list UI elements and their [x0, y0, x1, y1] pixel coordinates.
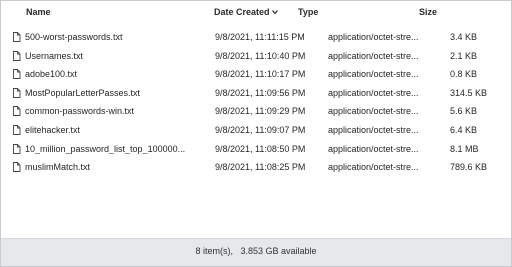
- column-header-size[interactable]: Size: [419, 7, 437, 17]
- file-row[interactable]: muslimMatch.txt 9/8/2021, 11:08:25 PM ap…: [1, 159, 511, 178]
- file-type: application/octet-stre...: [328, 106, 419, 117]
- file-size: 314.5 KB: [450, 87, 488, 98]
- file-size: 789.6 KB: [450, 162, 488, 173]
- file-icon: [13, 87, 21, 98]
- file-size: 8.1 MB: [450, 143, 479, 154]
- file-icon: [13, 32, 21, 42]
- file-name: MostPopularLetterPasses.txt: [25, 87, 141, 98]
- file-row[interactable]: 10_million_password_list_top_100000... 9…: [1, 141, 511, 160]
- column-header-type[interactable]: Type: [298, 7, 318, 17]
- file-date-created: 9/8/2021, 11:08:25 PM: [215, 162, 306, 173]
- file-type: application/octet-stre...: [328, 162, 419, 173]
- status-bar: 8 item(s), 3.853 GB available: [1, 238, 511, 266]
- file-type: application/octet-stre...: [328, 32, 419, 42]
- column-header-row: Name Date Created Type Size: [1, 1, 511, 25]
- file-icon: [13, 125, 21, 135]
- file-name: elitehacker.txt: [25, 124, 81, 135]
- file-row[interactable]: common-passwords-win.txt 9/8/2021, 11:09…: [1, 103, 511, 122]
- file-type: application/octet-stre...: [328, 50, 419, 61]
- file-size: 6.4 KB: [450, 124, 478, 135]
- file-type: application/octet-stre...: [328, 87, 419, 98]
- file-icon: [13, 50, 21, 61]
- column-header-name[interactable]: Name: [26, 7, 51, 17]
- file-icon: [13, 162, 21, 173]
- chevron-down-icon: [271, 10, 278, 15]
- file-icon: [13, 69, 21, 80]
- status-text: 8 item(s), 3.853 GB available: [195, 246, 317, 256]
- file-icon: [13, 106, 21, 117]
- file-row[interactable]: elitehacker.txt 9/8/2021, 11:09:07 PM ap…: [1, 122, 511, 141]
- file-name: Usernames.txt: [25, 50, 84, 61]
- file-date-created: 9/8/2021, 11:09:56 PM: [215, 87, 306, 98]
- file-size: 3.4 KB: [450, 32, 478, 42]
- file-type: application/octet-stre...: [328, 143, 419, 154]
- file-icon: [13, 143, 21, 154]
- file-size: 2.1 KB: [450, 50, 478, 61]
- file-date-created: 9/8/2021, 11:09:07 PM: [215, 124, 306, 135]
- file-name: muslimMatch.txt: [25, 162, 91, 173]
- file-row[interactable]: Usernames.txt 9/8/2021, 11:10:40 PM appl…: [1, 48, 511, 67]
- file-name: adobe100.txt: [25, 69, 78, 80]
- column-header-date-label: Date Created: [214, 7, 270, 17]
- file-name: 500-worst-passwords.txt: [25, 32, 123, 42]
- file-row[interactable]: adobe100.txt 9/8/2021, 11:10:17 PM appli…: [1, 66, 511, 85]
- file-date-created: 9/8/2021, 11:10:40 PM: [215, 50, 306, 61]
- file-date-created: 9/8/2021, 11:08:50 PM: [215, 143, 306, 154]
- file-date-created: 9/8/2021, 11:11:15 PM: [215, 32, 305, 42]
- file-browser: Name Date Created Type Size 500-worst-pa…: [0, 0, 512, 267]
- file-type: application/octet-stre...: [328, 69, 419, 80]
- file-size: 0.8 KB: [450, 69, 478, 80]
- file-row[interactable]: 500-worst-passwords.txt 9/8/2021, 11:11:…: [1, 29, 511, 48]
- file-size: 5.6 KB: [450, 106, 478, 117]
- file-date-created: 9/8/2021, 11:09:29 PM: [215, 106, 306, 117]
- file-row[interactable]: MostPopularLetterPasses.txt 9/8/2021, 11…: [1, 85, 511, 104]
- file-list: 500-worst-passwords.txt 9/8/2021, 11:11:…: [1, 29, 511, 178]
- file-name: common-passwords-win.txt: [25, 106, 135, 117]
- column-header-date-created[interactable]: Date Created: [214, 7, 279, 17]
- file-type: application/octet-stre...: [328, 124, 419, 135]
- file-date-created: 9/8/2021, 11:10:17 PM: [215, 69, 306, 80]
- file-name: 10_million_password_list_top_100000...: [25, 143, 186, 154]
